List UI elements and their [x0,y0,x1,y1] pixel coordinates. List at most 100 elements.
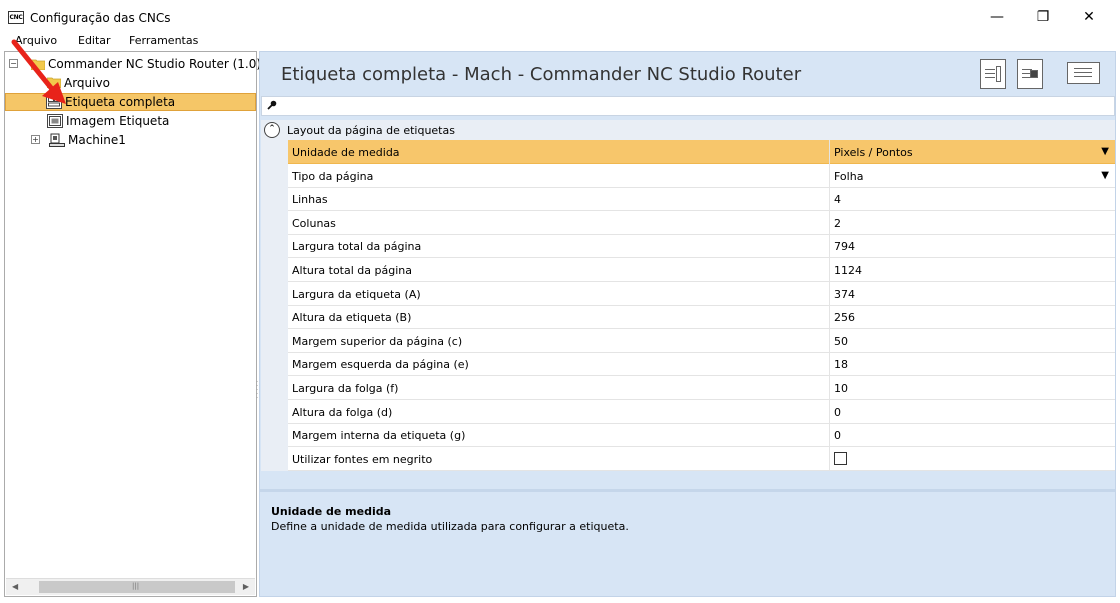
layout-view-button[interactable] [980,59,1006,89]
label-image-icon [47,114,63,128]
property-value[interactable]: 50 [834,335,848,348]
property-row[interactable]: Altura da folga (d) 0 [288,399,1115,424]
property-row[interactable]: Margem interna da etiqueta (g) 0 [288,423,1115,448]
property-value[interactable]: 0 [834,429,841,442]
property-value[interactable]: 794 [834,240,855,253]
property-value[interactable]: 0 [834,406,841,419]
property-value[interactable]: Folha [834,170,863,183]
property-name: Margem interna da etiqueta (g) [292,429,466,443]
dropdown-arrow-icon[interactable]: ▼ [1101,170,1109,181]
property-row[interactable]: Altura total da página 1124 [288,258,1115,282]
scroll-right-icon[interactable]: ▶ [243,582,249,591]
text-view-button[interactable] [1067,62,1100,84]
horizontal-scrollbar[interactable]: ◀ ||| ▶ [6,578,255,595]
tree-item-label: Imagem Etiqueta [66,114,170,128]
panel-icon [996,66,1001,82]
menu-bar: Arquivo Editar Ferramentas [0,33,1120,50]
property-row[interactable]: Tipo da página Folha ▼ [288,163,1115,188]
description-panel: Unidade de medida Define a unidade de me… [260,489,1115,596]
property-name: Largura da etiqueta (A) [292,287,421,301]
property-name: Largura total da página [292,240,422,254]
machine-icon [49,133,65,147]
description-title: Unidade de medida [271,505,392,518]
text-lines-icon [1074,68,1092,80]
properties-panel: Etiqueta completa - Mach - Commander NC … [259,51,1116,597]
property-name: Margem esquerda da página (e) [292,358,469,372]
column-divider [829,305,830,330]
property-name: Unidade de medida [292,146,400,159]
image-view-button[interactable] [1017,59,1043,89]
property-value[interactable]: 374 [834,288,855,301]
property-name: Altura total da página [292,264,412,277]
tree-item-label: Etiqueta completa [65,95,176,109]
column-divider [829,328,830,353]
property-row[interactable]: Largura total da página 794 [288,234,1115,259]
tree-item-label: Arquivo [64,76,110,90]
column-divider [829,352,830,377]
title-bar: CNC Configuração das CNCs — ❐ ✕ [0,0,1120,33]
column-divider [829,281,830,306]
column-divider [829,140,830,164]
search-bar[interactable] [261,96,1115,116]
dropdown-arrow-icon[interactable]: ▼ [1101,146,1109,157]
column-divider [829,163,830,188]
property-row[interactable]: Unidade de medida Pixels / Pontos ▼ [288,140,1115,164]
tree-item-machine1[interactable]: + Machine1 [9,131,126,149]
column-divider [829,187,830,212]
page-title: Etiqueta completa - Mach - Commander NC … [281,64,802,85]
category-header[interactable]: ⌃ Layout da página de etiquetas [261,120,1115,140]
key-search-icon [267,100,277,113]
camera-icon [1030,70,1038,78]
property-name: Largura da folga (f) [292,382,399,395]
red-arrow-icon [11,39,66,104]
property-row[interactable]: Utilizar fontes em negrito [288,446,1115,471]
property-row[interactable]: Altura da etiqueta (B) 256 [288,305,1115,330]
property-row[interactable]: Largura da etiqueta (A) 374 [288,281,1115,306]
menu-editar[interactable]: Editar [78,34,111,47]
tree-root-label: Commander NC Studio Router (1.0) [48,57,262,71]
property-value[interactable]: 4 [834,193,841,206]
property-value[interactable]: Pixels / Pontos [834,146,913,159]
window-title: Configuração das CNCs [30,11,171,25]
property-row[interactable]: Margem esquerda da página (e) 18 [288,352,1115,377]
column-divider [829,423,830,448]
maximize-button[interactable]: ❐ [1020,0,1066,33]
property-name: Utilizar fontes em negrito [292,452,433,466]
column-divider [829,376,830,400]
scroll-left-icon[interactable]: ◀ [12,582,18,591]
property-row[interactable]: Linhas 4 [288,187,1115,212]
property-value[interactable]: 2 [834,217,841,230]
tree-item-label: Machine1 [68,133,126,147]
tree-panel: − Commander NC Studio Router (1.0) Arqui… [4,51,261,597]
property-name: Margem superior da página (c) [292,334,463,348]
description-text: Define a unidade de medida utilizada par… [271,520,629,533]
grid-gutter [261,140,288,471]
column-divider [829,210,830,235]
property-row[interactable]: Margem superior da página (c) 50 [288,328,1115,353]
property-row[interactable]: Colunas 2 [288,210,1115,235]
app-icon: CNC [8,11,24,24]
column-divider [829,399,830,424]
tree-item-imagem-etiqueta[interactable]: Imagem Etiqueta [47,112,169,130]
lines-icon [985,69,995,81]
bold-font-checkbox[interactable] [834,451,847,465]
property-name: Tipo da página [292,169,374,183]
menu-ferramentas[interactable]: Ferramentas [129,34,198,47]
property-value[interactable]: 256 [834,311,855,324]
property-name: Altura da etiqueta (B) [292,311,412,325]
close-button[interactable]: ✕ [1066,0,1112,33]
property-value[interactable]: 18 [834,358,848,371]
property-name: Colunas [292,216,336,230]
property-row[interactable]: Largura da folga (f) 10 [288,376,1115,400]
column-divider [829,234,830,259]
property-grid: ⌃ Layout da página de etiquetas Unidade … [261,120,1115,471]
property-value[interactable]: 1124 [834,264,862,277]
property-name: Altura da folga (d) [292,405,393,419]
collapse-up-icon[interactable]: ⌃ [264,122,280,138]
property-name: Linhas [292,193,328,207]
column-divider [829,258,830,282]
minimize-button[interactable]: — [974,0,1020,33]
property-value[interactable]: 10 [834,382,848,395]
column-divider [829,446,830,471]
expand-icon[interactable]: + [31,135,40,144]
